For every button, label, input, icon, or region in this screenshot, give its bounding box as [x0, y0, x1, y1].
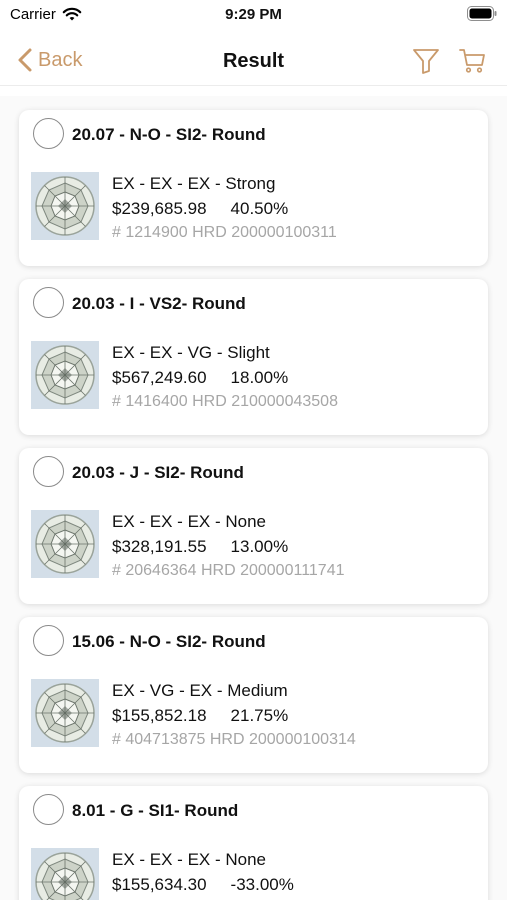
battery-icon	[467, 6, 497, 21]
diamond-thumbnail	[31, 848, 99, 900]
results-list[interactable]: 20.07 - N-O - SI2- Round EX - EX - EX - …	[0, 96, 507, 900]
certificate-number: # 20646364 HRD 200000111741	[112, 562, 345, 579]
filter-icon[interactable]	[412, 47, 440, 75]
discount-percent: 18.00%	[230, 368, 289, 387]
back-button[interactable]: Back	[16, 46, 82, 74]
grades-text: EX - VG - EX - Medium	[112, 681, 288, 700]
diamond-image	[31, 679, 99, 747]
diamond-thumbnail	[31, 172, 99, 240]
result-card-3[interactable]: 20.03 - J - SI2- Round EX - EX - EX - No…	[19, 448, 488, 604]
certificate-number: # 404713875 HRD 200000100314	[112, 731, 356, 748]
discount-percent: 21.75%	[230, 706, 289, 725]
discount-percent: -33.00%	[230, 875, 294, 894]
grades-text: EX - EX - EX - Strong	[112, 174, 276, 193]
diamond-title: 20.03 - I - VS2- Round	[72, 294, 246, 313]
price: $328,191.55	[112, 537, 207, 556]
price-row: $155,852.18 21.75%	[112, 706, 288, 726]
grades-text: EX - EX - VG - Slight	[112, 343, 270, 362]
navigation-bar: Back Result	[0, 36, 507, 86]
discount-percent: 40.50%	[230, 199, 289, 218]
certificate-number: # 1214900 HRD 200000100311	[112, 224, 337, 241]
select-checkbox[interactable]	[33, 794, 64, 825]
discount-percent: 13.00%	[230, 537, 289, 556]
certificate-number: # 1416400 HRD 210000043508	[112, 393, 338, 410]
status-bar: Carrier 9:29 PM	[0, 0, 507, 30]
back-label: Back	[38, 48, 83, 71]
select-checkbox[interactable]	[33, 456, 64, 487]
diamond-image	[31, 848, 99, 900]
result-card-1[interactable]: 20.07 - N-O - SI2- Round EX - EX - EX - …	[19, 110, 488, 266]
result-card-4[interactable]: 15.06 - N-O - SI2- Round EX - VG - EX - …	[19, 617, 488, 773]
diamond-title: 15.06 - N-O - SI2- Round	[72, 632, 266, 651]
price-row: $567,249.60 18.00%	[112, 368, 288, 388]
price: $567,249.60	[112, 368, 207, 387]
diamond-thumbnail	[31, 679, 99, 747]
result-card-2[interactable]: 20.03 - I - VS2- Round EX - EX - VG - Sl…	[19, 279, 488, 435]
diamond-thumbnail	[31, 341, 99, 409]
diamond-thumbnail	[31, 510, 99, 578]
result-card-5[interactable]: 8.01 - G - SI1- Round EX - EX - EX - Non…	[19, 786, 488, 900]
diamond-image	[31, 341, 99, 409]
price: $239,685.98	[112, 199, 207, 218]
diamond-image	[31, 510, 99, 578]
grades-text: EX - EX - EX - None	[112, 850, 266, 869]
clock: 9:29 PM	[225, 6, 282, 23]
select-checkbox[interactable]	[33, 625, 64, 656]
price: $155,634.30	[112, 875, 207, 894]
price-row: $155,634.30 -33.00%	[112, 875, 294, 895]
select-checkbox[interactable]	[33, 287, 64, 318]
chevron-left-icon	[18, 48, 32, 72]
select-checkbox[interactable]	[33, 118, 64, 149]
price-row: $328,191.55 13.00%	[112, 537, 288, 557]
diamond-title: 20.03 - J - SI2- Round	[72, 463, 244, 482]
price-row: $239,685.98 40.50%	[112, 199, 288, 219]
grades-text: EX - EX - EX - None	[112, 512, 266, 531]
diamond-title: 8.01 - G - SI1- Round	[72, 801, 239, 820]
diamond-image	[31, 172, 99, 240]
diamond-title: 20.07 - N-O - SI2- Round	[72, 125, 266, 144]
price: $155,852.18	[112, 706, 207, 725]
cart-icon[interactable]	[458, 47, 486, 75]
